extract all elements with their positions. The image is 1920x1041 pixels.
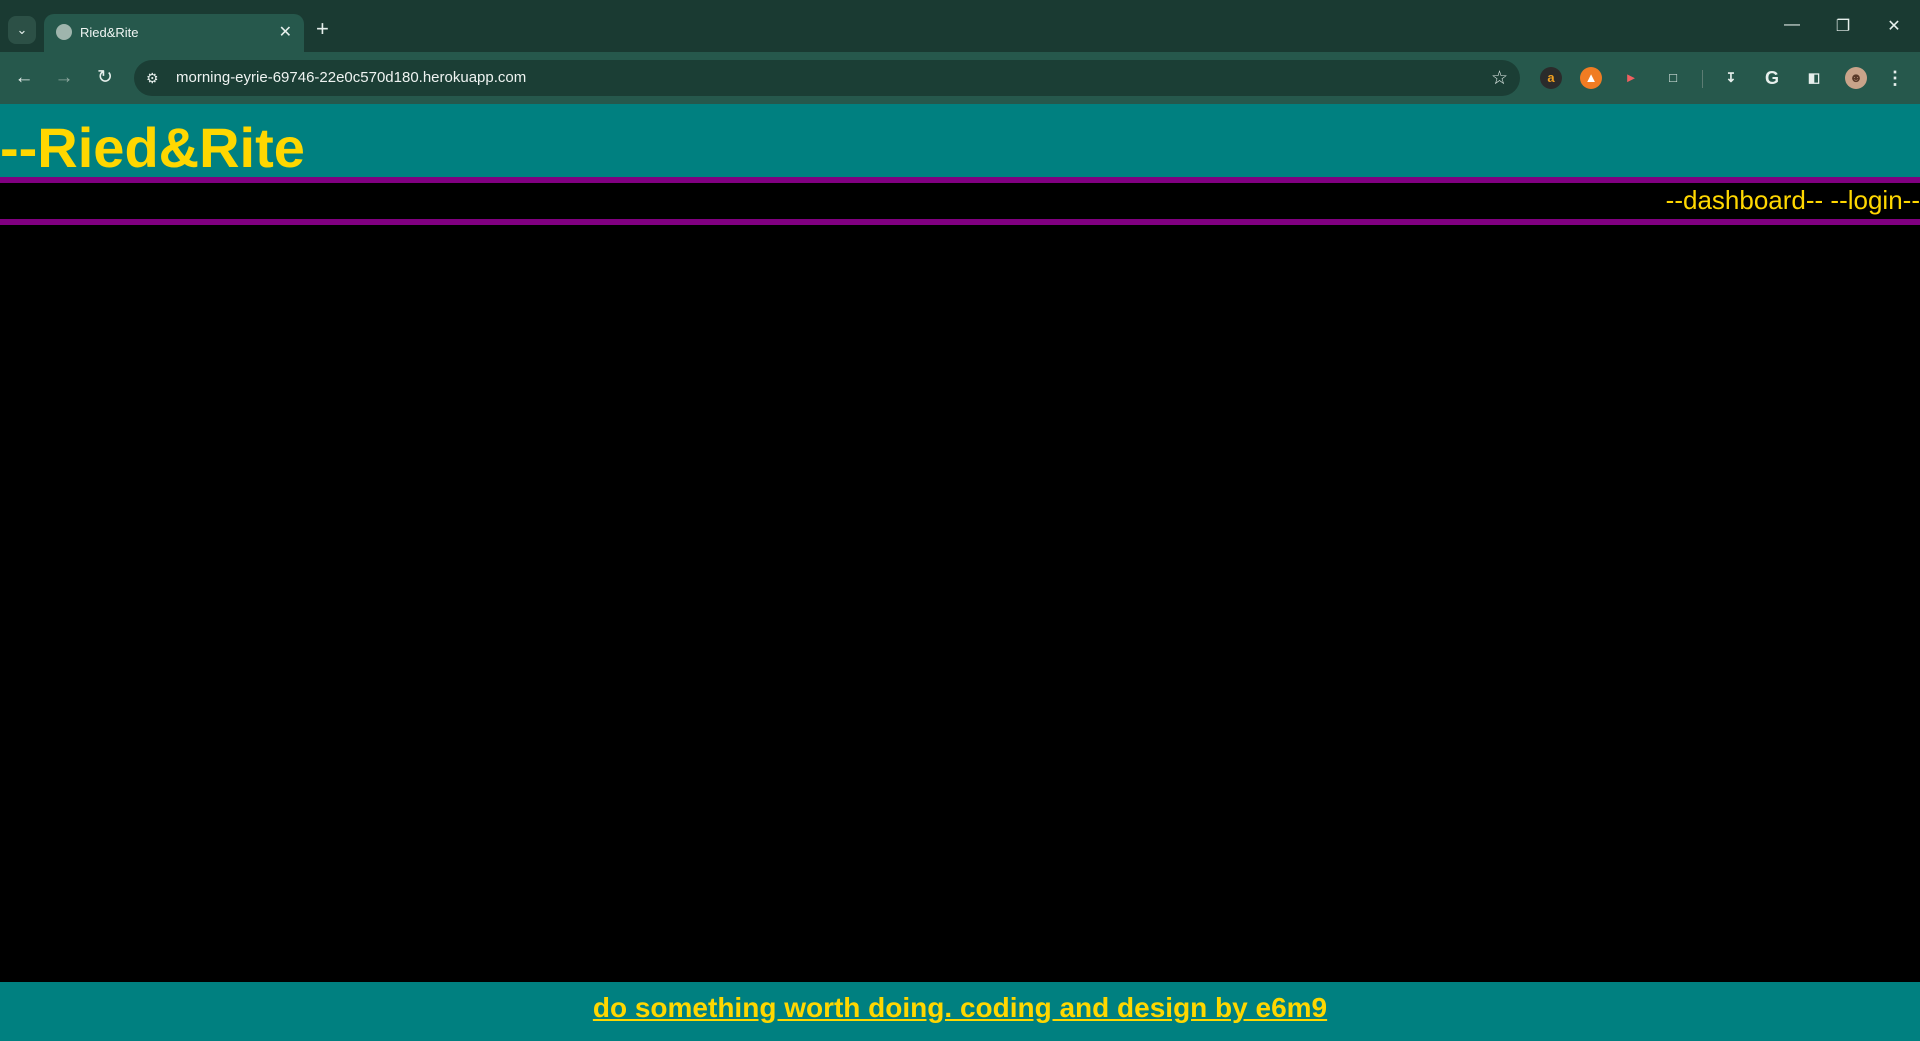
nav-links: --dashboard-- --login-- [1666, 184, 1920, 216]
forward-button[interactable]: → [52, 66, 76, 90]
side-panel-icon[interactable]: ◧ [1803, 67, 1825, 89]
profile-avatar[interactable]: ☻ [1845, 67, 1867, 89]
nav-login-link[interactable]: --login-- [1830, 185, 1920, 215]
menu-kebab-icon[interactable]: ⋮ [1884, 67, 1906, 89]
browser-tab-strip: ⌄ Ried&Rite ✕ + — ❐ ✕ [0, 0, 1920, 52]
site-nav: --dashboard-- --login-- [0, 183, 1920, 219]
close-tab-icon[interactable]: ✕ [279, 22, 292, 42]
url-text[interactable]: morning-eyrie-69746-22e0c570d180.herokua… [176, 69, 526, 86]
site-info-icon[interactable]: ⚙ [146, 70, 162, 86]
extension-icon[interactable]: ▲ [1580, 67, 1602, 89]
site-header: --Ried&Rite [0, 104, 1920, 178]
download-icon[interactable]: ↧ [1720, 67, 1742, 89]
new-tab-button[interactable]: + [316, 18, 329, 40]
site-brand[interactable]: --Ried&Rite [0, 118, 305, 178]
main-content [0, 225, 1920, 982]
nav-dashboard-link[interactable]: --dashboard-- [1666, 185, 1824, 215]
globe-icon [56, 24, 72, 40]
minimize-button[interactable]: — [1772, 16, 1812, 34]
google-icon[interactable]: G [1761, 67, 1783, 89]
restore-button[interactable]: ❐ [1823, 16, 1863, 36]
amazon-extension-icon[interactable]: a [1540, 67, 1562, 89]
tab-title: Ried&Rite [80, 25, 139, 40]
browser-toolbar: ← → ↻ ⚙ morning-eyrie-69746-22e0c570d180… [0, 52, 1920, 104]
browser-tab[interactable]: Ried&Rite ✕ [44, 14, 304, 52]
video-extension-icon[interactable]: ► [1620, 67, 1642, 89]
reload-button[interactable]: ↻ [93, 66, 117, 90]
footer-link[interactable]: do something worth doing. coding and des… [0, 992, 1920, 1024]
site-footer: do something worth doing. coding and des… [0, 982, 1920, 1041]
toolbar-divider [1702, 70, 1703, 88]
tab-search-button[interactable]: ⌄ [8, 16, 36, 44]
address-bar[interactable]: ⚙ morning-eyrie-69746-22e0c570d180.herok… [134, 60, 1520, 96]
back-button[interactable]: ← [12, 66, 36, 90]
bookmark-star-icon[interactable]: ☆ [1491, 67, 1508, 90]
chevron-down-icon: ⌄ [16, 22, 28, 37]
extensions-puzzle-icon[interactable]: □ [1662, 67, 1684, 89]
close-window-button[interactable]: ✕ [1874, 16, 1914, 36]
